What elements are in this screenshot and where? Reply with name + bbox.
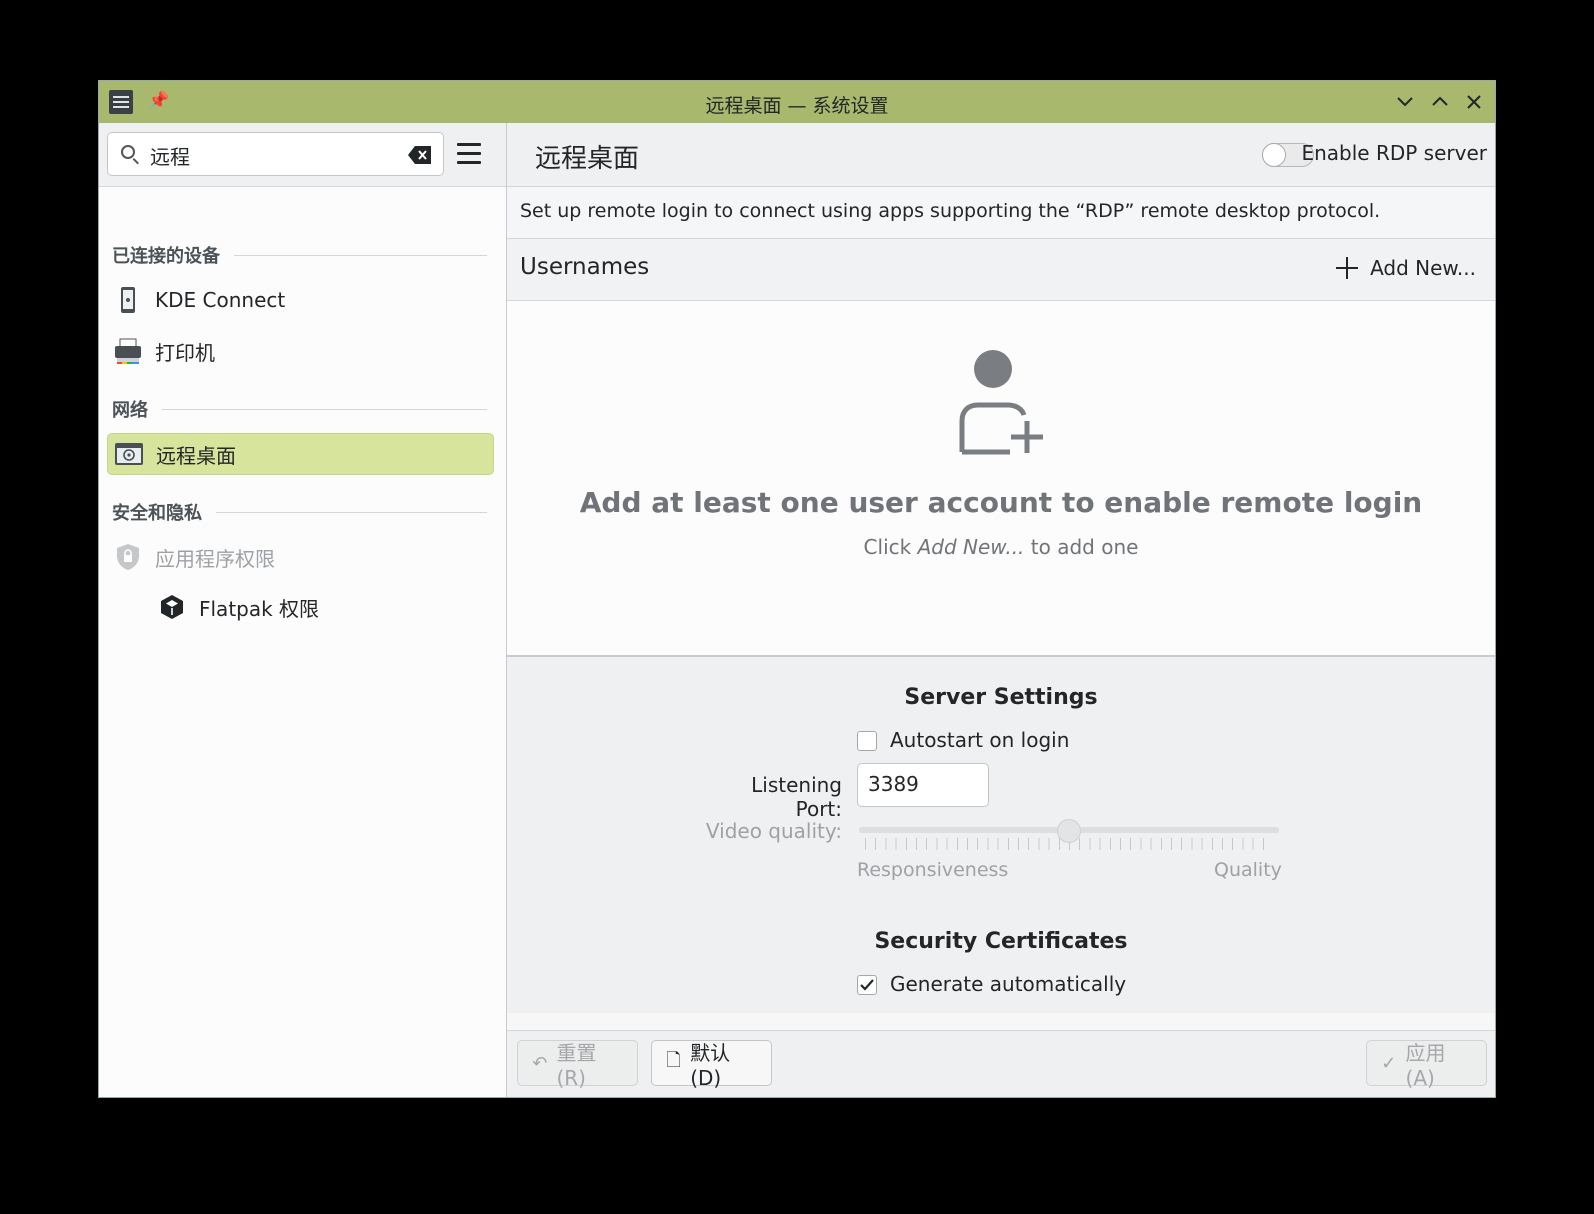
title-bar[interactable]: 📌 远程桌面 — 系统设置 [99,81,1495,123]
search-field[interactable] [107,132,444,176]
sidebar-item-flatpak-permissions[interactable]: Flatpak 权限 [151,586,494,628]
plus-icon [1336,257,1359,279]
close-icon[interactable] [1461,89,1487,115]
flatpak-icon [157,592,187,622]
main-panel: 远程桌面 Enable RDP server Set up remote log… [507,123,1495,1097]
section-header-network: 网络 [112,395,487,423]
window-title: 远程桌面 — 系统设置 [705,95,889,117]
usernames-list: Add at least one user account to enable … [507,301,1495,657]
add-new-button[interactable]: Add New... [1336,256,1476,280]
generate-automatically-label[interactable]: Generate automatically [890,972,1126,996]
generate-automatically-checkbox[interactable] [857,975,877,995]
sidebar-item-label: 应用程序权限 [155,546,275,571]
description-banner: Set up remote login to connect using app… [507,187,1495,239]
undo-icon: ↶ [532,1052,548,1074]
reset-button[interactable]: ↶ 重置(R) [517,1040,638,1090]
server-settings-panel: Server Settings Autostart on login Liste… [507,657,1495,1013]
page-title: 远程桌面 [535,144,640,174]
apply-button[interactable]: ✓ 应用(A) [1366,1040,1487,1090]
sidebar-item-label: Flatpak 权限 [199,596,320,621]
usernames-label: Usernames [520,254,650,280]
sidebar: 已连接的设备 KDE Connect 打印机 网络 远程桌面 安全和隐私 [99,123,507,1097]
sidebar-item-label: 远程桌面 [156,443,236,468]
shield-lock-icon [113,542,143,572]
defaults-button[interactable]: 🗋 默认(D) [651,1040,772,1090]
listening-port-label: Listening Port: [751,773,842,821]
empty-state-subtitle: Click Add New... to add one [863,535,1139,559]
enable-rdp-label[interactable]: Enable RDP server [1301,141,1487,165]
usernames-header: Usernames Add New... [507,239,1495,301]
sidebar-item-remote-desktop[interactable]: 远程桌面 [107,433,494,475]
maximize-icon[interactable] [1427,89,1453,115]
autostart-label[interactable]: Autostart on login [890,728,1069,752]
search-input[interactable] [148,139,402,171]
video-quality-label: Video quality: [705,819,842,843]
checkmark-icon [860,979,874,991]
system-settings-window: 📌 远程桌面 — 系统设置 已连接的设备 [98,80,1496,1098]
footer-toolbar: ↶ 重置(R) 🗋 默认(D) ✓ 应用(A) [507,1030,1495,1097]
sidebar-item-label: 打印机 [155,340,215,365]
clear-search-icon[interactable] [407,145,433,165]
remote-desktop-icon [114,439,144,469]
printer-icon [113,336,143,366]
add-user-icon [959,350,1043,455]
hamburger-menu-icon[interactable] [457,143,481,165]
quality-label: Quality [1214,859,1282,881]
sidebar-item-kde-connect[interactable]: KDE Connect [107,279,494,321]
sidebar-item-label: KDE Connect [155,288,286,312]
listening-port-input[interactable] [866,771,980,797]
video-quality-slider[interactable] [859,819,1279,850]
sidebar-toolbar [99,123,506,187]
sidebar-item-printer[interactable]: 打印机 [107,330,494,372]
checkmark-icon: ✓ [1381,1052,1397,1074]
empty-state-title: Add at least one user account to enable … [579,486,1423,519]
phone-icon [113,285,143,315]
section-header-connected-devices: 已连接的设备 [112,241,487,269]
search-icon [121,145,135,159]
sidebar-item-app-permissions[interactable]: 应用程序权限 [107,536,494,578]
server-settings-title: Server Settings [904,685,1098,710]
section-header-security-privacy: 安全和隐私 [112,498,487,526]
minimize-icon[interactable] [1392,89,1418,115]
description-text: Set up remote login to connect using app… [520,200,1381,222]
page-header: 远程桌面 Enable RDP server [507,123,1495,187]
listening-port-field[interactable] [857,763,989,807]
slider-handle[interactable] [1057,819,1081,843]
autostart-checkbox[interactable] [857,731,877,751]
responsiveness-label: Responsiveness [857,859,1009,881]
document-revert-icon: 🗋 [666,1050,681,1071]
security-certificates-title: Security Certificates [874,929,1128,954]
